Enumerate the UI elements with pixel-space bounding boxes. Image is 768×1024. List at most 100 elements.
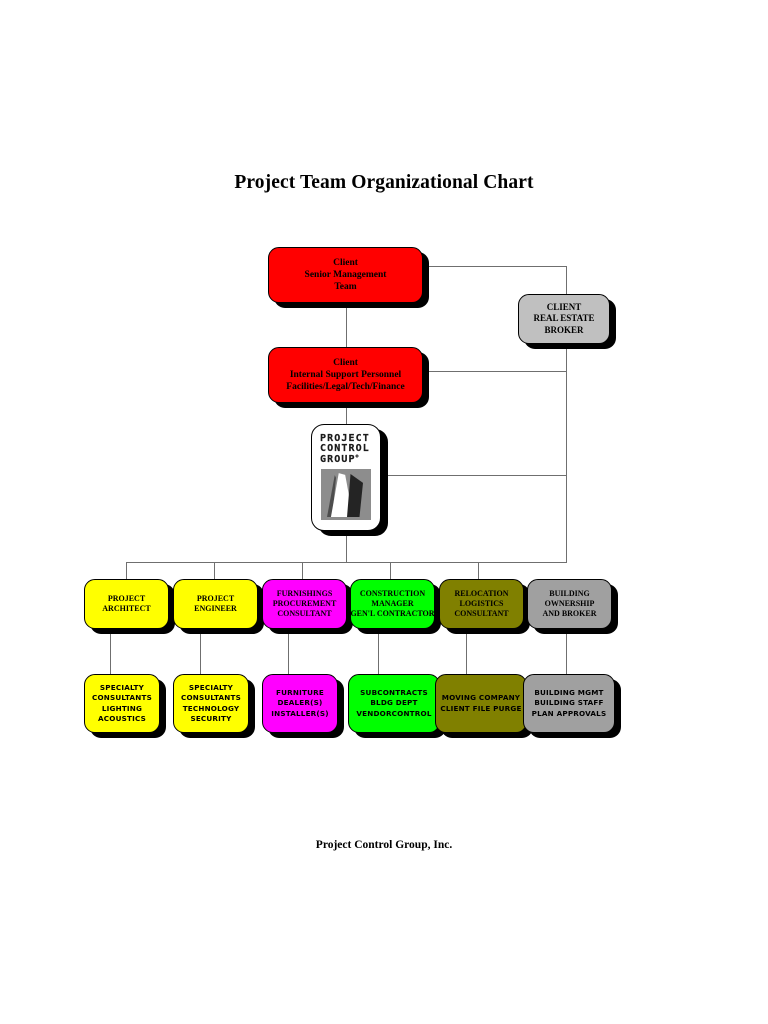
connector-bus-drop-2 <box>214 562 215 579</box>
node-moving-company-client-file-purge[interactable]: MOVING COMPANY CLIENT FILE PURGE <box>435 674 533 738</box>
node-line: CONSULTANTS <box>180 693 241 703</box>
node-line: RELOCATION <box>454 588 509 598</box>
node-project-architect[interactable]: PROJECT ARCHITECT <box>84 579 175 634</box>
node-face: SUBCONTRACTS BLDG DEPT VENDORCONTROL <box>348 674 440 733</box>
node-line: ACOUSTICS <box>98 713 146 723</box>
node-line: PROCUREMENT <box>272 598 337 608</box>
connector-tier1-tier2-6 <box>566 634 567 674</box>
node-construction-manager[interactable]: CONSTRUCTION MANAGER GEN'L CONTRACTOR <box>350 579 441 634</box>
node-face: SPECIALTY CONSULTANTS TECHNOLOGY SECURIT… <box>173 674 249 733</box>
node-line: BUILDING STAFF <box>534 698 604 708</box>
logo-monolith-right-shade <box>347 474 363 518</box>
node-line: PROJECT <box>196 593 235 603</box>
node-client-real-estate-broker[interactable]: CLIENT REAL ESTATE BROKER <box>518 294 616 349</box>
connector-bus-drop-3 <box>302 562 303 579</box>
org-chart-page: Project Team Organizational Chart Client… <box>0 0 768 1024</box>
connector-bus-drop-4 <box>390 562 391 579</box>
node-line: FURNISHINGS <box>276 588 333 598</box>
node-building-ownership-and-broker[interactable]: BUILDING OWNERSHIP AND BROKER <box>527 579 618 634</box>
node-line: Facilities/Legal/Tech/Finance <box>286 382 405 393</box>
node-face: BUILDING MGMT BUILDING STAFF PLAN APPROV… <box>523 674 615 733</box>
node-line: LIGHTING <box>101 703 143 713</box>
node-line: CLIENT FILE PURGE <box>440 703 522 713</box>
connector-support-to-trunk <box>421 371 567 372</box>
node-line: CLIENT <box>546 301 582 312</box>
node-line: GEN'L CONTRACTOR <box>350 609 435 619</box>
logo-monolith-icon <box>321 469 371 521</box>
connector-trunk-to-bus <box>566 475 567 563</box>
node-line: BROKER <box>544 324 584 335</box>
node-line: Team <box>334 282 357 293</box>
node-line: ENGINEER <box>194 604 237 613</box>
node-line: BUILDING <box>549 588 590 598</box>
node-line: DEALER(S) <box>277 698 323 708</box>
node-client-senior-management[interactable]: Client Senior Management Team <box>268 247 429 308</box>
node-line: CONSULTANT <box>454 609 509 619</box>
node-line: PLAN APPROVALS <box>531 708 607 718</box>
node-line: LOGISTICS <box>459 598 504 608</box>
node-face: MOVING COMPANY CLIENT FILE PURGE <box>435 674 527 733</box>
node-line: FURNITURE <box>276 687 324 697</box>
node-project-control-group-logo[interactable]: PROJECT CONTROL GROUP® <box>311 424 388 536</box>
node-line: PROJECT <box>107 593 146 603</box>
node-line: MANAGER <box>371 598 414 608</box>
node-face: CONSTRUCTION MANAGER GEN'L CONTRACTOR <box>350 579 435 629</box>
node-line: CONSULTANT <box>277 609 332 619</box>
node-line: Senior Management <box>304 269 387 280</box>
node-face: FURNISHINGS PROCUREMENT CONSULTANT <box>262 579 347 629</box>
node-specialty-consultants-technology[interactable]: SPECIALTY CONSULTANTS TECHNOLOGY SECURIT… <box>173 674 255 738</box>
node-face: BUILDING OWNERSHIP AND BROKER <box>527 579 612 629</box>
node-line: BLDG DEPT <box>370 698 418 708</box>
logo-registered-icon: ® <box>355 454 359 460</box>
node-line: CONSULTANTS <box>91 693 152 703</box>
node-face: RELOCATION LOGISTICS CONSULTANT <box>439 579 524 629</box>
node-building-mgmt-staff-approvals[interactable]: BUILDING MGMT BUILDING STAFF PLAN APPROV… <box>523 674 621 738</box>
connector-tier1-tier2-4 <box>378 634 379 674</box>
node-line: OWNERSHIP <box>544 598 595 608</box>
node-line: SECURITY <box>190 713 232 723</box>
node-line: SPECIALTY <box>188 682 234 692</box>
node-face: CLIENT REAL ESTATE BROKER <box>518 294 610 344</box>
node-subcontracts-bldg-dept[interactable]: SUBCONTRACTS BLDG DEPT VENDORCONTROL <box>348 674 446 738</box>
connector-tier1-tier2-2 <box>200 634 201 674</box>
node-face: PROJECT ENGINEER <box>173 579 258 629</box>
node-line: SUBCONTRACTS <box>360 687 428 697</box>
node-furnishings-procurement-consultant[interactable]: FURNISHINGS PROCUREMENT CONSULTANT <box>262 579 353 634</box>
node-line: AND BROKER <box>542 609 597 619</box>
node-face: SPECIALTY CONSULTANTS LIGHTING ACOUSTICS <box>84 674 160 733</box>
page-title: Project Team Organizational Chart <box>234 172 534 193</box>
node-line: CONSTRUCTION <box>359 588 426 598</box>
connector-pcg-to-trunk <box>381 475 567 476</box>
node-furniture-dealers-installers[interactable]: FURNITURE DEALER(S) INSTALLER(S) <box>262 674 344 738</box>
node-line: TECHNOLOGY <box>182 703 240 713</box>
connector-tier1-tier2-5 <box>466 634 467 674</box>
connector-senior-to-trunk <box>421 266 567 267</box>
node-project-engineer[interactable]: PROJECT ENGINEER <box>173 579 264 634</box>
node-face: FURNITURE DEALER(S) INSTALLER(S) <box>262 674 338 733</box>
node-line: Internal Support Personnel <box>289 369 402 380</box>
node-face: Client Internal Support Personnel Facili… <box>268 347 423 403</box>
node-line: REAL ESTATE <box>533 313 595 324</box>
node-face: PROJECT ARCHITECT <box>84 579 169 629</box>
logo-line-group: GROUP® <box>320 453 359 465</box>
connector-bus-drop-1 <box>126 562 127 579</box>
node-line: Client <box>333 357 358 368</box>
connector-tier1-tier2-3 <box>288 634 289 674</box>
node-face: PROJECT CONTROL GROUP® <box>311 424 381 531</box>
node-relocation-logistics-consultant[interactable]: RELOCATION LOGISTICS CONSULTANT <box>439 579 530 634</box>
node-line: INSTALLER(S) <box>271 708 329 718</box>
connector-tier1-tier2-1 <box>110 634 111 674</box>
logo-wordmark: PROJECT CONTROL GROUP® <box>320 433 372 465</box>
node-line: MOVING COMPANY <box>441 693 521 703</box>
node-specialty-consultants-lighting[interactable]: SPECIALTY CONSULTANTS LIGHTING ACOUSTICS <box>84 674 166 738</box>
node-line: Client <box>333 257 358 268</box>
node-line: VENDORCONTROL <box>356 708 432 718</box>
connector-distribution-bus <box>126 562 567 563</box>
node-line: SPECIALTY <box>99 682 145 692</box>
node-line: BUILDING MGMT <box>534 687 604 697</box>
node-face: Client Senior Management Team <box>268 247 423 303</box>
page-footer: Project Control Group, Inc. <box>315 839 453 851</box>
node-client-internal-support[interactable]: Client Internal Support Personnel Facili… <box>268 347 429 408</box>
connector-bus-drop-5 <box>478 562 479 579</box>
node-line: ARCHITECT <box>102 604 151 613</box>
